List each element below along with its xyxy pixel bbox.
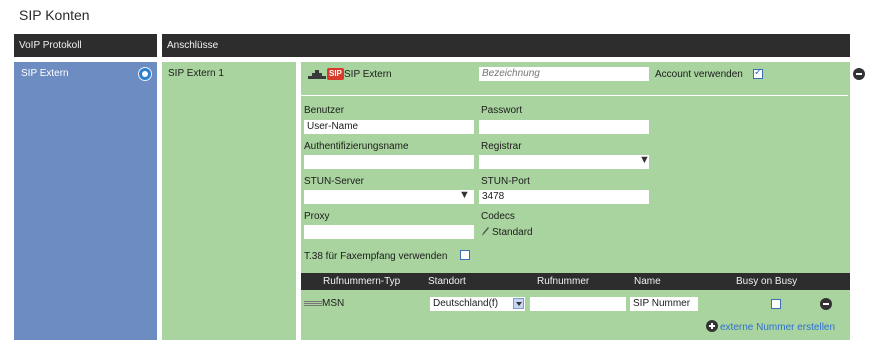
proxy-input[interactable] bbox=[304, 225, 474, 239]
divider bbox=[301, 95, 848, 96]
page-title: SIP Konten bbox=[19, 7, 90, 23]
t38-label: T.38 für Faxempfang verwenden bbox=[304, 251, 448, 262]
numbers-table-header: Rufnummern-Typ Standort Rufnummer Name B… bbox=[301, 273, 850, 290]
stun-server-dropdown-icon[interactable]: ▼ bbox=[459, 189, 470, 201]
codecs-label: Codecs bbox=[481, 211, 515, 222]
registrar-label: Registrar bbox=[481, 141, 522, 152]
rufnummer-input[interactable] bbox=[530, 297, 626, 311]
pencil-icon[interactable] bbox=[481, 226, 490, 237]
sidebar-item-label: SIP Extern bbox=[21, 68, 69, 79]
row-number-type: MSN bbox=[322, 298, 345, 309]
busy-on-busy-checkbox[interactable] bbox=[771, 299, 781, 309]
header-voip-protocol: VoIP Protokoll bbox=[14, 34, 157, 57]
registrar-input[interactable] bbox=[479, 155, 649, 169]
add-external-number-link[interactable]: externe Nummer erstellen bbox=[720, 322, 835, 333]
gear-icon[interactable] bbox=[138, 67, 152, 81]
add-number-icon[interactable] bbox=[706, 320, 718, 332]
passwort-input[interactable] bbox=[479, 120, 649, 134]
stun-server-label: STUN-Server bbox=[304, 176, 365, 187]
stun-port-input[interactable] bbox=[479, 190, 649, 204]
auth-name-input[interactable] bbox=[304, 155, 474, 169]
table-row: MSN Deutschland(f) bbox=[301, 295, 850, 313]
use-account-label: Account verwenden bbox=[655, 69, 743, 80]
stun-port-label: STUN-Port bbox=[481, 176, 530, 187]
stun-server-input[interactable] bbox=[304, 190, 474, 204]
remove-account-icon[interactable] bbox=[853, 68, 865, 80]
sip-badge: SIP bbox=[327, 68, 344, 80]
t38-checkbox[interactable] bbox=[460, 250, 470, 260]
drag-handle-icon[interactable] bbox=[304, 301, 322, 306]
codecs-value[interactable]: Standard bbox=[492, 227, 533, 238]
col-standort: Standort bbox=[428, 276, 466, 287]
passwort-label: Passwort bbox=[481, 105, 523, 116]
bezeichnung-input[interactable] bbox=[479, 67, 649, 81]
proxy-label: Proxy bbox=[304, 211, 330, 222]
registrar-dropdown-icon[interactable]: ▼ bbox=[639, 154, 650, 166]
benutzer-label: Benutzer bbox=[304, 105, 345, 116]
col-busy-on-busy: Busy on Busy bbox=[736, 276, 798, 287]
sidebar: SIP Extern bbox=[14, 62, 157, 340]
col-name: Name bbox=[634, 276, 661, 287]
sidebar-item-sip-extern[interactable]: SIP Extern bbox=[14, 62, 157, 86]
account-name[interactable]: SIP Extern 1 bbox=[168, 68, 224, 79]
provider-icon bbox=[308, 70, 326, 79]
col-rufnummer: Rufnummer bbox=[537, 276, 590, 287]
account-panel: SIP SIP Extern Account verwenden Benutze… bbox=[301, 62, 850, 340]
col-number-type: Rufnummern-Typ bbox=[323, 276, 401, 287]
chevron-down-icon[interactable] bbox=[513, 298, 524, 309]
auth-name-label: Authentifizierungsname bbox=[304, 141, 409, 152]
provider-label: SIP Extern bbox=[344, 69, 392, 80]
standort-value: Deutschland(f) bbox=[433, 298, 499, 309]
use-account-checkbox[interactable] bbox=[753, 67, 763, 79]
remove-row-icon[interactable] bbox=[820, 298, 832, 310]
standort-select[interactable]: Deutschland(f) bbox=[430, 297, 525, 311]
account-column: SIP Extern 1 bbox=[162, 62, 296, 340]
benutzer-input[interactable] bbox=[304, 120, 474, 134]
header-connections: Anschlüsse bbox=[162, 34, 850, 57]
row-name-input[interactable] bbox=[630, 297, 698, 311]
